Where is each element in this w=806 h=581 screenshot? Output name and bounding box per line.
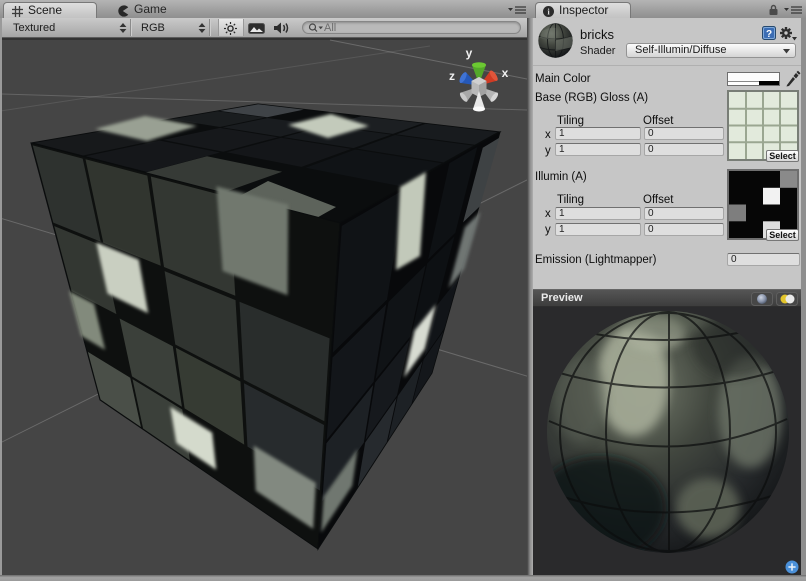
svg-text:x: x [502, 66, 509, 80]
svg-text:y: y [466, 46, 473, 60]
svg-text:z: z [449, 69, 455, 83]
svg-text:?: ? [766, 29, 772, 40]
